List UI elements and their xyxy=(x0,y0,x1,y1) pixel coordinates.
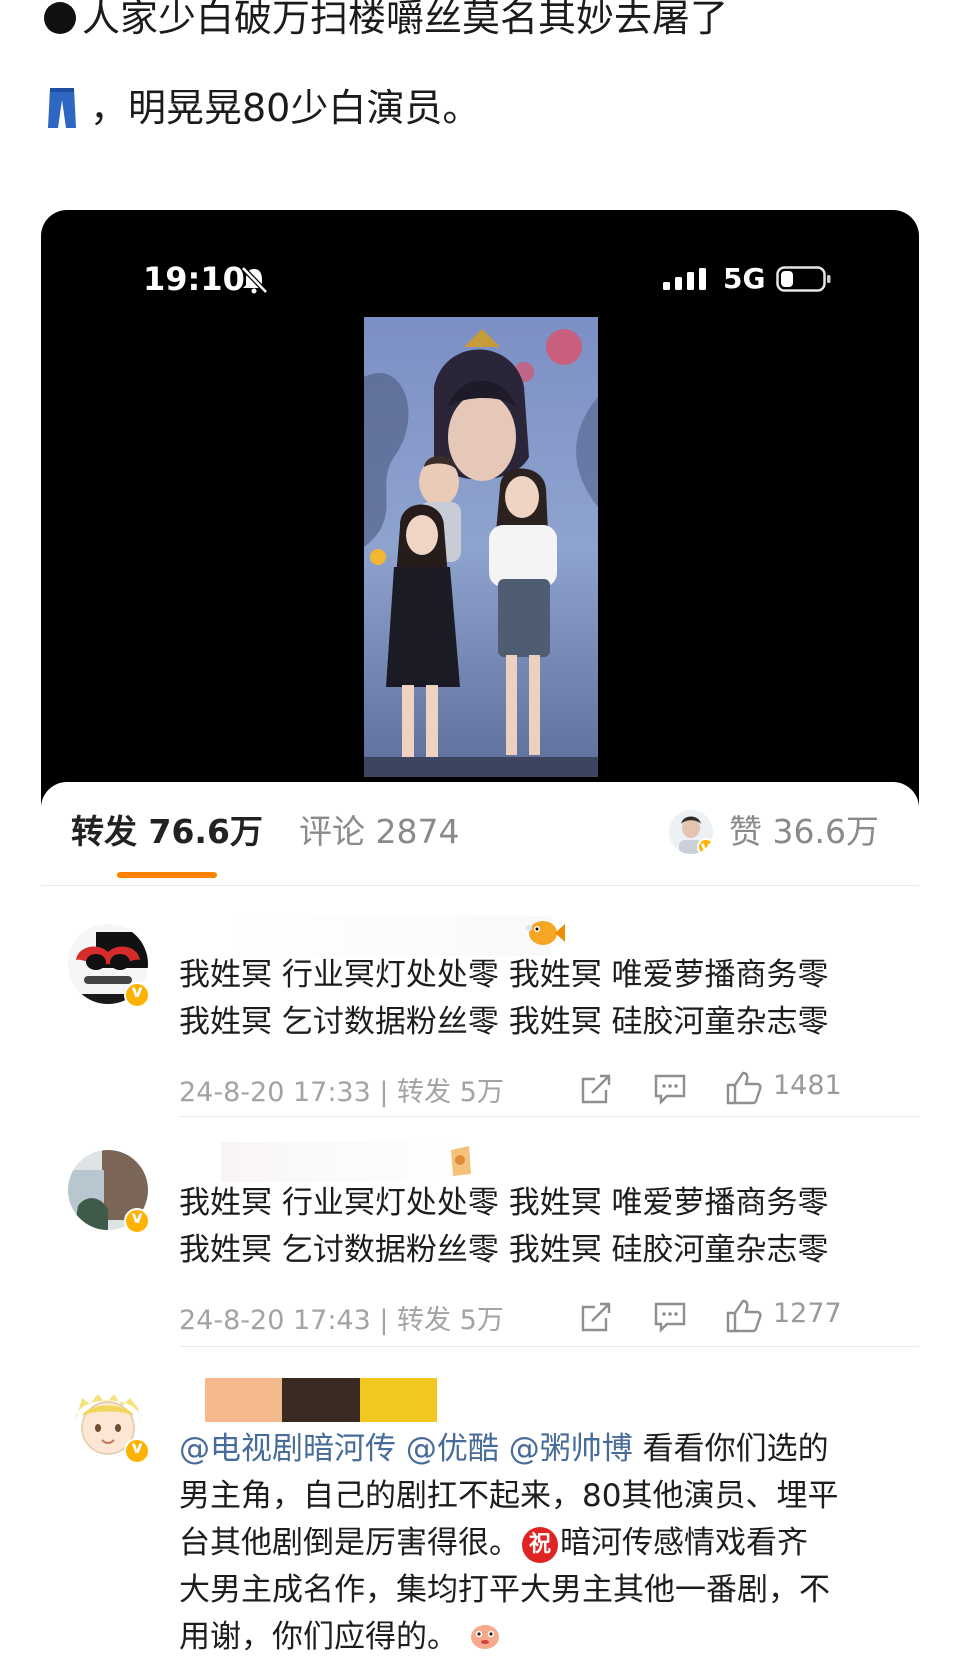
intro-line-1: 人家少白破万扫楼嚼丝莫名其妙去屠了 xyxy=(44,0,728,38)
mention-link[interactable]: @粥帅博 xyxy=(509,1431,633,1467)
like-label: 赞 xyxy=(729,812,762,851)
comment-text-fragment: 看看你们选的 xyxy=(632,1431,829,1467)
comment-icon[interactable] xyxy=(653,1072,687,1106)
comment-line: 我姓冥 行业冥灯处处零 我姓冥 唯爱萝播商务零 xyxy=(179,1185,829,1221)
comment-icon[interactable] xyxy=(653,1300,687,1334)
comment-body: 我姓冥 行业冥灯处处零 我姓冥 唯爱萝播商务零 我姓冥 乞讨数据粉丝零 我姓冥 … xyxy=(179,1180,879,1274)
comment-text-fragment: 台其他剧倒是厉害得很。 xyxy=(179,1525,520,1561)
verified-badge-icon xyxy=(124,1438,150,1464)
mention-link[interactable]: @优酷 xyxy=(406,1431,499,1467)
repost-label: 转发 xyxy=(71,812,137,851)
comment-line: 大男主成名作，集均打平大男主其他一番剧，不 xyxy=(179,1572,830,1608)
comment-timestamp: 24-8-20 17:43 xyxy=(179,1305,371,1336)
zhu-emoji-icon: 祝 xyxy=(522,1527,558,1563)
thumb-up-icon[interactable] xyxy=(725,1298,763,1334)
comment-item: 我姓冥 行业冥灯处处零 我姓冥 唯爱萝播商务零 我姓冥 乞讨数据粉丝零 我姓冥 … xyxy=(41,1116,919,1347)
liker-avatar[interactable] xyxy=(669,810,713,854)
network-label: 5G xyxy=(723,262,766,295)
bullet-icon xyxy=(44,1,76,34)
verified-badge-icon xyxy=(697,838,713,854)
video-thumbnail-image xyxy=(364,317,598,777)
comment-text-fragment: 用谢，你们应得的。 xyxy=(179,1619,458,1655)
comment-repost-count: | 转发 5万 xyxy=(379,1305,504,1336)
comment-line: @电视剧暗河传 @优酷 @粥帅博 看看你们选的 xyxy=(179,1426,879,1473)
intro-text-1: 人家少白破万扫楼嚼丝莫名其妙去屠了 xyxy=(82,0,729,40)
phone-status-bar: 19:10 5G xyxy=(41,258,919,298)
verified-badge-icon xyxy=(124,982,150,1008)
comment-repost-count: | 转发 5万 xyxy=(379,1077,504,1108)
intro-text-2: ，明晃晃80少白演员。 xyxy=(90,86,481,130)
comment-item: @电视剧暗河传 @优酷 @粥帅博 看看你们选的 男主角，自己的剧扛不起来，80其… xyxy=(41,1346,919,1678)
comment-line: 我姓冥 行业冥灯处处零 我姓冥 唯爱萝播商务零 xyxy=(179,957,829,993)
status-time: 19:10 xyxy=(143,260,245,298)
verified-badge-icon xyxy=(124,1208,150,1234)
battery-icon xyxy=(776,266,831,292)
tab-likes[interactable]: 赞 36.6万 xyxy=(729,812,879,852)
comment-meta: 24-8-20 17:43 | 转发 5万 xyxy=(179,1298,504,1337)
comment-line: 用谢，你们应得的。 xyxy=(179,1614,879,1661)
share-icon[interactable] xyxy=(579,1300,613,1334)
post-card: 19:10 5G 转发 76.6万 评论 2874 v 赞 36.6万 v 我姓… xyxy=(41,210,919,1678)
jeans-emoji-icon xyxy=(48,88,76,128)
share-icon[interactable] xyxy=(579,1072,613,1106)
commenter-name-redacted[interactable] xyxy=(221,1142,471,1182)
like-total-count: 36.6万 xyxy=(772,812,879,851)
comment-item: 我姓冥 行业冥灯处处零 我姓冥 唯爱萝播商务零 我姓冥 乞讨数据粉丝零 我姓冥 … xyxy=(41,886,919,1117)
tab-reposts[interactable]: 转发 76.6万 xyxy=(71,812,263,852)
blush-face-emoji-icon xyxy=(470,1625,499,1649)
mention-link[interactable]: @电视剧暗河传 xyxy=(179,1431,396,1467)
comment-timestamp: 24-8-20 17:33 xyxy=(179,1077,371,1108)
repost-count: 76.6万 xyxy=(148,812,263,851)
comment-meta: 24-8-20 17:33 | 转发 5万 xyxy=(179,1070,504,1109)
comment-line: 男主角，自己的剧扛不起来，80其他演员、埋平 xyxy=(179,1478,839,1514)
intro-line-2: ，明晃晃80少白演员。 xyxy=(44,86,480,130)
fish-emoji-icon xyxy=(526,921,565,945)
comment-line: 台其他剧倒是厉害得很。祝暗河传感情戏看齐 xyxy=(179,1520,879,1567)
commenter-name-redacted[interactable] xyxy=(221,916,551,956)
commenter-name-redacted[interactable] xyxy=(205,1378,437,1422)
comment-body: 我姓冥 行业冥灯处处零 我姓冥 唯爱萝播商务零 我姓冥 乞讨数据粉丝零 我姓冥 … xyxy=(179,952,879,1046)
video-player[interactable]: 19:10 5G xyxy=(41,210,919,810)
active-tab-indicator xyxy=(117,872,217,878)
comment-line: 我姓冥 乞讨数据粉丝零 我姓冥 硅胶河童杂志零 xyxy=(179,1004,829,1040)
comment-like-count: 1481 xyxy=(773,1070,842,1101)
thumb-up-icon[interactable] xyxy=(725,1070,763,1106)
comment-label: 评论 xyxy=(299,812,365,851)
comment-line: 我姓冥 乞讨数据粉丝零 我姓冥 硅胶河童杂志零 xyxy=(179,1232,829,1268)
signal-icon xyxy=(663,268,706,290)
comment-like-count: 1277 xyxy=(773,1298,842,1329)
comment-body: @电视剧暗河传 @优酷 @粥帅博 看看你们选的 男主角，自己的剧扛不起来，80其… xyxy=(179,1426,879,1661)
comment-count: 2874 xyxy=(375,812,460,851)
engagement-tabs: 转发 76.6万 评论 2874 赞 36.6万 xyxy=(41,782,919,886)
comment-text-fragment: 暗河传感情戏看齐 xyxy=(560,1525,808,1561)
bell-muted-icon xyxy=(241,266,268,294)
snack-emoji-icon xyxy=(451,1146,471,1176)
